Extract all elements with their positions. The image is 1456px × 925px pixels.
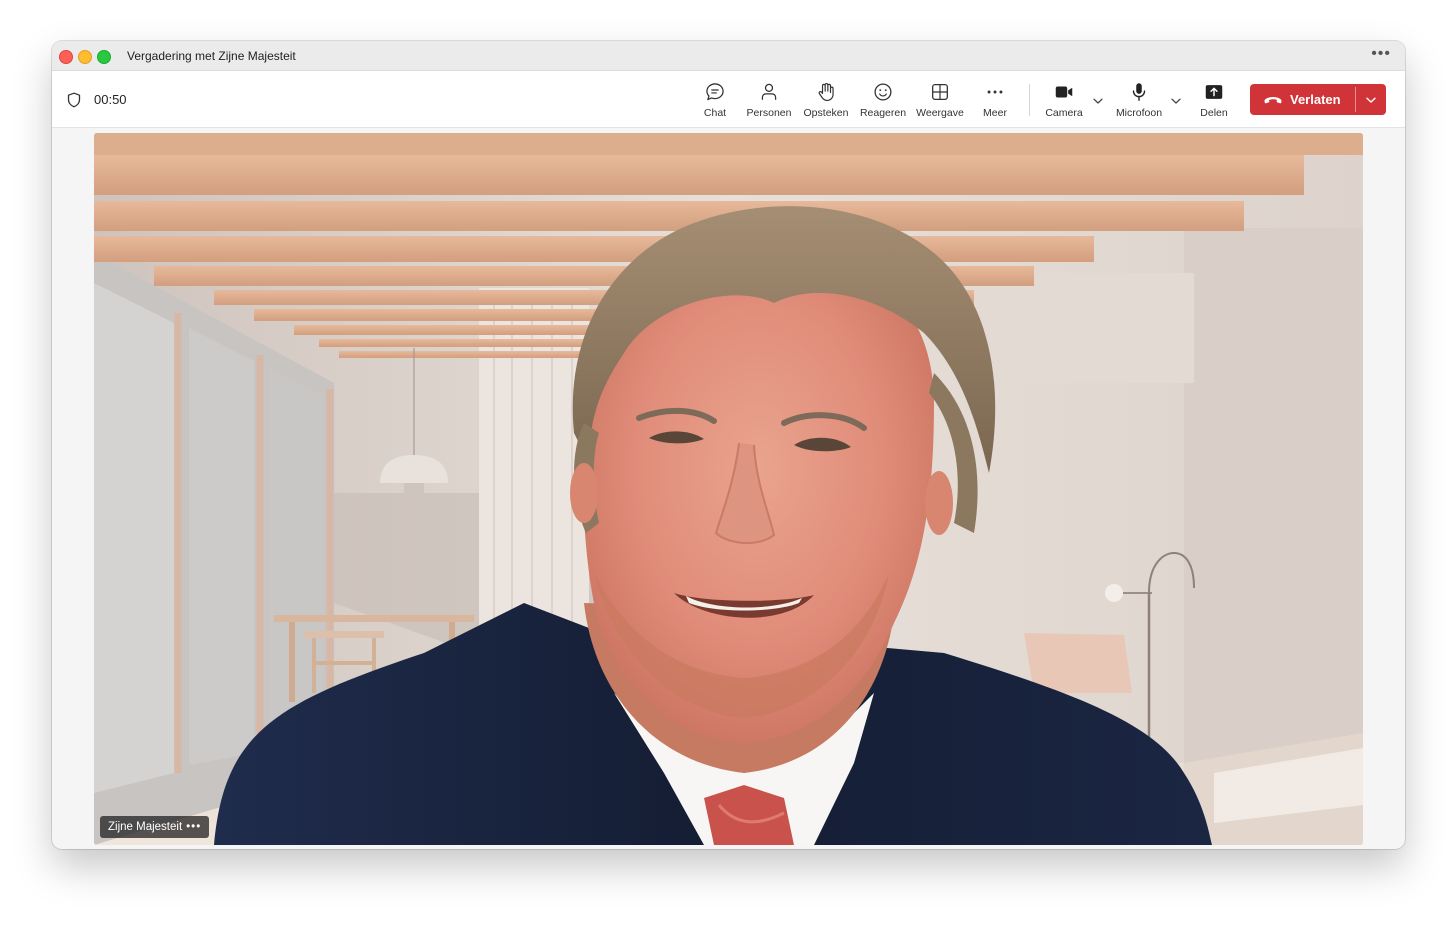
camera-icon <box>1055 86 1073 98</box>
shield-icon <box>67 92 81 108</box>
title-bar: Vergadering met Zijne Majesteit ••• <box>52 41 1405 71</box>
zoom-window-button[interactable] <box>97 50 111 64</box>
close-window-button[interactable] <box>59 50 73 64</box>
participant-more-icon[interactable]: ••• <box>186 821 201 833</box>
participant-name-tag: Zijne Majesteit ••• <box>100 816 210 838</box>
chevron-down-icon <box>1366 97 1376 103</box>
grid-view-icon <box>932 84 948 100</box>
share-label: Delen <box>1200 107 1228 119</box>
leave-options-button[interactable] <box>1356 84 1386 115</box>
teams-meeting-window: Vergadering met Zijne Majesteit ••• 00:5… <box>52 41 1405 849</box>
smiley-icon <box>874 83 892 101</box>
leave-button[interactable]: Verlaten <box>1250 84 1355 115</box>
view-label: Weergave <box>916 107 964 119</box>
camera-label: Camera <box>1045 107 1083 119</box>
share-icon <box>1205 85 1223 99</box>
people-button[interactable]: Personen <box>744 81 794 123</box>
participant-name: Zijne Majesteit <box>108 821 183 833</box>
meeting-timer: 00:50 <box>94 92 127 107</box>
chat-button[interactable]: Chat <box>695 81 735 123</box>
video-background-image <box>94 133 1363 845</box>
camera-button[interactable]: Camera <box>1041 81 1087 123</box>
microphone-label: Microfoon <box>1115 107 1163 119</box>
microphone-button[interactable]: Microfoon <box>1111 81 1167 123</box>
raise-hand-icon <box>818 82 834 102</box>
minimize-window-button[interactable] <box>78 50 92 64</box>
camera-options-chevron-down-icon[interactable] <box>1092 95 1104 107</box>
more-label: Meer <box>983 107 1007 119</box>
leave-button-group: Verlaten <box>1250 84 1386 115</box>
meeting-toolbar: 00:50 Chat Personen Opsteken Reageren We… <box>52 71 1405 128</box>
react-button[interactable]: Reageren <box>858 81 908 123</box>
view-button[interactable]: Weergave <box>914 81 966 123</box>
leave-label: Verlaten <box>1290 92 1341 107</box>
share-button[interactable]: Delen <box>1195 81 1233 123</box>
more-icon <box>987 90 1003 94</box>
raise-hand-button[interactable]: Opsteken <box>801 81 851 123</box>
window-title: Vergadering met Zijne Majesteit <box>127 49 296 63</box>
toolbar-divider <box>1029 84 1030 116</box>
hang-up-icon <box>1264 97 1282 104</box>
chat-icon <box>706 83 724 101</box>
people-label: Personen <box>746 107 792 119</box>
react-label: Reageren <box>859 107 907 119</box>
microphone-icon <box>1132 83 1146 101</box>
more-button[interactable]: Meer <box>978 81 1012 123</box>
window-more-icon[interactable]: ••• <box>1371 45 1391 63</box>
chat-label: Chat <box>703 107 727 119</box>
participant-video[interactable]: Zijne Majesteit ••• <box>94 133 1363 845</box>
microphone-options-chevron-down-icon[interactable] <box>1170 95 1182 107</box>
raise-hand-label: Opsteken <box>803 107 849 119</box>
people-icon <box>761 83 777 100</box>
